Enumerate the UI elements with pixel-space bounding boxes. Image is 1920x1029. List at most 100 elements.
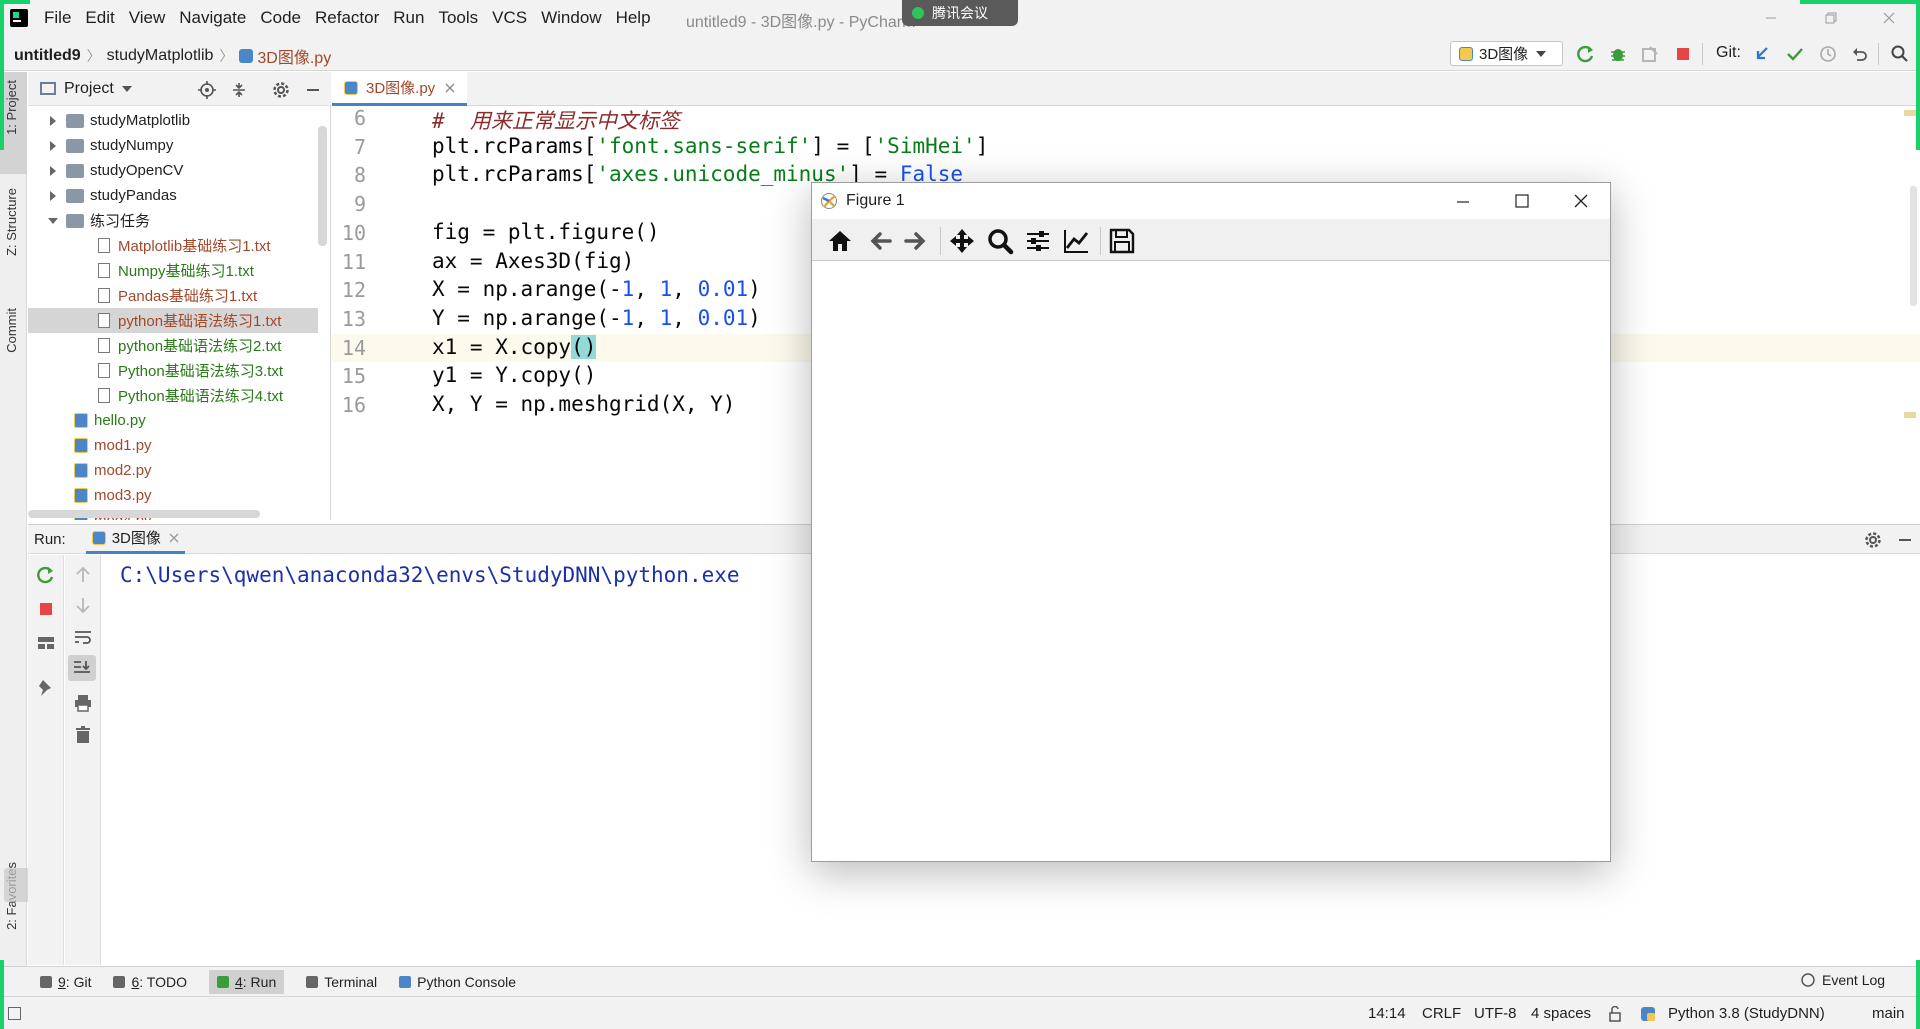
tree-item[interactable]: Pandas基础练习1.txt xyxy=(28,283,318,308)
menu-refactor[interactable]: Refactor xyxy=(315,8,379,28)
tree-scrollbar[interactable] xyxy=(318,126,327,246)
tree-item[interactable]: Python基础语法练习3.txt xyxy=(28,358,318,383)
chevron-right-icon[interactable] xyxy=(48,190,58,201)
breadcrumb-file[interactable]: 3D图像.py xyxy=(257,44,331,68)
back-arrow-icon[interactable] xyxy=(866,227,894,255)
menu-tools[interactable]: Tools xyxy=(438,8,478,28)
git-branch[interactable]: main xyxy=(1872,1005,1905,1022)
hide-panel-icon[interactable] xyxy=(304,81,322,99)
code-line[interactable]: X, Y = np.meshgrid(X, Y) xyxy=(432,392,735,416)
code-line[interactable]: x1 = X.copy() xyxy=(432,334,597,359)
edit-axis-icon[interactable] xyxy=(1062,227,1090,255)
code-line[interactable]: # 用来正常显示中文标签 xyxy=(432,106,680,135)
caret-position[interactable]: 14:14 xyxy=(1368,1005,1406,1022)
tree-item[interactable]: Matplotlib基础练习1.txt xyxy=(28,233,318,258)
git-update-button[interactable] xyxy=(1752,44,1772,64)
meeting-badge[interactable]: 腾讯会议 xyxy=(902,0,1018,26)
minimize-button[interactable] xyxy=(1748,6,1794,30)
collapse-all-icon[interactable] xyxy=(230,81,248,99)
gear-icon[interactable] xyxy=(1864,531,1882,549)
tree-item[interactable]: Python基础语法练习4.txt xyxy=(28,383,318,408)
tree-item[interactable]: studyMatplotlib xyxy=(28,108,318,133)
git-commit-button[interactable] xyxy=(1785,44,1805,64)
trash-icon[interactable] xyxy=(73,725,93,745)
arrow-down-icon[interactable] xyxy=(73,595,93,615)
breadcrumb-folder[interactable]: studyMatplotlib xyxy=(107,47,214,65)
pan-move-icon[interactable] xyxy=(948,227,976,255)
locate-file-icon[interactable] xyxy=(198,81,216,99)
close-window-button[interactable] xyxy=(1866,6,1912,30)
forward-arrow-icon[interactable] xyxy=(902,227,930,255)
chevron-right-icon[interactable] xyxy=(48,115,58,126)
close-icon[interactable] xyxy=(1574,194,1588,208)
layout-icon[interactable] xyxy=(36,633,56,653)
tree-horizontal-scrollbar[interactable] xyxy=(28,510,260,518)
code-line[interactable]: X = np.arange(-1, 1, 0.01) xyxy=(432,277,761,301)
run-tab[interactable]: 3D图像 xyxy=(85,524,185,554)
menu-navigate[interactable]: Navigate xyxy=(179,8,246,28)
menu-run[interactable]: Run xyxy=(393,8,424,28)
menu-vcs[interactable]: VCS xyxy=(492,8,527,28)
zoom-icon[interactable] xyxy=(986,227,1014,255)
rerun-button[interactable] xyxy=(1576,44,1596,64)
unlock-icon[interactable] xyxy=(1609,1006,1623,1022)
stop-icon[interactable] xyxy=(36,599,56,619)
tree-item[interactable]: mod3.py xyxy=(28,483,318,508)
git-history-button[interactable] xyxy=(1818,44,1838,64)
chevron-down-icon[interactable] xyxy=(121,85,132,92)
file-encoding[interactable]: UTF-8 xyxy=(1474,1005,1517,1022)
menu-edit[interactable]: Edit xyxy=(85,8,114,28)
editor-tab-active[interactable]: 3D图像.py xyxy=(332,72,468,106)
print-icon[interactable] xyxy=(73,693,93,713)
tree-item[interactable]: studyOpenCV xyxy=(28,158,318,183)
search-everywhere-button[interactable] xyxy=(1890,44,1910,64)
tree-item[interactable]: mod1.py xyxy=(28,433,318,458)
home-icon[interactable] xyxy=(826,227,854,255)
menu-window[interactable]: Window xyxy=(541,8,601,28)
line-separator[interactable]: CRLF xyxy=(1422,1005,1461,1022)
gear-icon[interactable] xyxy=(272,81,290,99)
figure-titlebar[interactable]: Figure 1 xyxy=(812,183,1610,219)
configure-subplots-icon[interactable] xyxy=(1024,227,1052,255)
project-panel-title[interactable]: Project xyxy=(64,80,114,98)
python-interpreter[interactable]: Python 3.8 (StudyDNN) xyxy=(1668,1005,1825,1022)
toggle-panels-icon[interactable] xyxy=(8,1007,21,1020)
tree-item[interactable]: Numpy基础练习1.txt xyxy=(28,258,318,283)
code-line[interactable]: y1 = Y.copy() xyxy=(432,363,596,387)
rerun-icon[interactable] xyxy=(36,565,56,585)
event-log-button[interactable]: Event Log xyxy=(1800,972,1885,988)
save-floppy-icon[interactable] xyxy=(1108,227,1136,255)
tree-item[interactable]: 练习任务 xyxy=(28,208,318,233)
code-line[interactable]: Y = np.arange(-1, 1, 0.01) xyxy=(432,306,761,330)
tool-window-structure[interactable]: Z: Structure xyxy=(4,188,19,256)
tree-item[interactable]: python基础语法练习1.txt xyxy=(28,308,318,333)
tool-tab-run[interactable]: 4: Run xyxy=(208,969,285,994)
code-line[interactable]: ax = Axes3D(fig) xyxy=(432,249,634,273)
breadcrumb-project[interactable]: untitled9 xyxy=(14,47,81,65)
tool-tab-todo[interactable]: 6: TODO xyxy=(113,974,187,990)
tool-window-project[interactable]: 1: Project xyxy=(4,80,19,135)
figure-window[interactable]: Figure 1 xyxy=(811,182,1611,862)
indent-setting[interactable]: 4 spaces xyxy=(1531,1005,1591,1022)
editor-scrollbar[interactable] xyxy=(1910,186,1917,306)
arrow-up-icon[interactable] xyxy=(73,565,93,585)
menu-code[interactable]: Code xyxy=(260,8,301,28)
chevron-right-icon[interactable] xyxy=(48,140,58,151)
debug-button[interactable] xyxy=(1608,44,1628,64)
maximize-icon[interactable] xyxy=(1515,194,1529,208)
pin-icon[interactable] xyxy=(36,677,56,697)
code-line[interactable]: fig = plt.figure() xyxy=(432,220,660,244)
restore-button[interactable] xyxy=(1808,6,1854,30)
close-tab-icon[interactable] xyxy=(169,533,179,543)
run-configuration-select[interactable]: 3D图像 xyxy=(1450,41,1563,66)
close-tab-icon[interactable] xyxy=(445,83,455,93)
git-rollback-button[interactable] xyxy=(1850,44,1870,64)
stop-button[interactable] xyxy=(1673,44,1693,64)
tree-item[interactable]: studyNumpy xyxy=(28,133,318,158)
tree-item[interactable]: hello.py xyxy=(28,408,318,433)
chevron-down-icon[interactable] xyxy=(48,216,58,226)
hide-panel-icon[interactable] xyxy=(1896,531,1914,549)
soft-wrap-icon[interactable] xyxy=(73,627,93,647)
chevron-right-icon[interactable] xyxy=(48,165,58,176)
menu-help[interactable]: Help xyxy=(616,8,651,28)
